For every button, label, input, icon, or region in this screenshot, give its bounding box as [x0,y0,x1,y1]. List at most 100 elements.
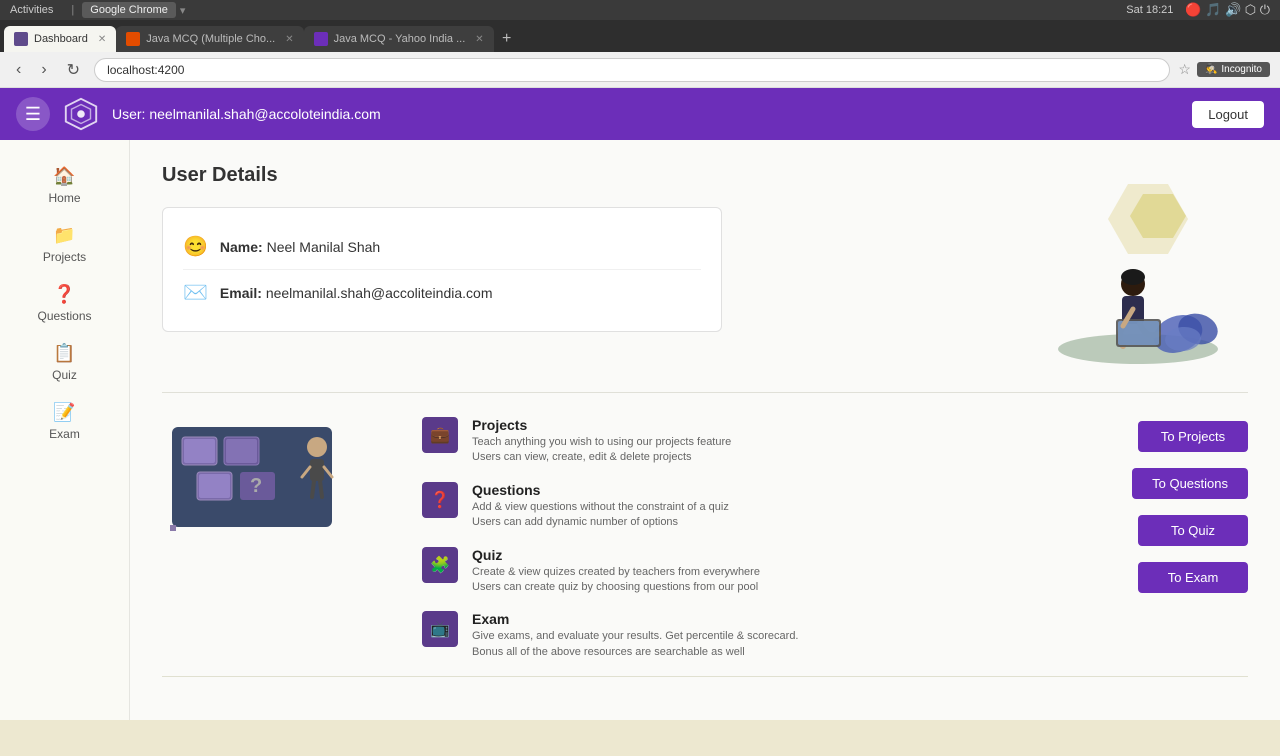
tab-close-java2[interactable]: ✕ [475,34,483,45]
questions-feature-title: Questions [472,482,729,498]
chrome-label: Google Chrome [82,2,176,18]
features-right: 💼 Projects Teach anything you wish to us… [422,417,1248,660]
sidebar-label-exam: Exam [49,427,80,441]
logout-button[interactable]: Logout [1192,101,1264,128]
bookmark-button[interactable]: ☆ [1178,61,1191,78]
questions-feature-icon: ❓ [422,482,458,518]
tab-favicon-dashboard [14,32,28,46]
projects-feature-desc2: Users can view, create, edit & delete pr… [472,450,731,465]
tab-dashboard[interactable]: Dashboard ✕ [4,26,116,52]
feature-actions: To Projects To Questions To Quiz To Exam [1132,417,1248,660]
tab-favicon-java1 [126,32,140,46]
logo-icon [62,95,100,133]
quiz-icon: 📋 [53,343,75,364]
projects-feature-title: Projects [472,417,731,433]
sidebar: 🏠 Home 📁 Projects ❓ Questions 📋 Quiz 📝 E… [0,140,130,720]
page-footer [0,720,1280,756]
sidebar-item-questions[interactable]: ❓ Questions [0,274,129,333]
tab-label-java1: Java MCQ (Multiple Cho... [146,33,275,45]
navbar-left: ☰ User: neelmanilal.shah@accoloteindia.c… [16,95,381,133]
exam-feature-desc1: Give exams, and evaluate your results. G… [472,629,799,644]
tab-close-dashboard[interactable]: ✕ [98,34,106,45]
navbar-user-label: User: neelmanilal.shah@accoloteindia.com [112,106,381,122]
sidebar-item-exam[interactable]: 📝 Exam [0,392,129,451]
feature-list: 💼 Projects Teach anything you wish to us… [422,417,1112,660]
features-section: ? [162,392,1248,677]
sidebar-item-projects[interactable]: 📁 Projects [0,215,129,274]
questions-feature-desc2: Users can add dynamic number of options [472,515,729,530]
board-svg: ? [162,417,362,557]
name-row: 😊 Name: Neel Manilal Shah [183,224,701,270]
quiz-feature-desc2: Users can create quiz by choosing questi… [472,580,760,595]
exam-icon: 📝 [53,402,75,423]
reload-button[interactable]: ↻ [61,58,86,82]
bottom-divider [162,676,1248,677]
feature-projects: 💼 Projects Teach anything you wish to us… [422,417,1112,466]
address-bar[interactable] [94,58,1170,82]
tab-label-java2: Java MCQ - Yahoo India ... [334,33,466,45]
email-label: Email: [220,285,262,301]
tab-favicon-java2 [314,32,328,46]
user-details-card: 😊 Name: Neel Manilal Shah ✉️ Email: neel… [162,207,722,332]
app-navbar: ☰ User: neelmanilal.shah@accoloteindia.c… [0,88,1280,140]
back-button[interactable]: ‹ [10,59,27,81]
name-label: Name: [220,239,263,255]
exam-feature-desc2: Bonus all of the above resources are sea… [472,645,799,660]
email-row: ✉️ Email: neelmanilal.shah@accoliteindia… [183,270,701,315]
name-value: Neel Manilal Shah [267,239,381,255]
forward-button[interactable]: › [35,59,52,81]
sidebar-item-quiz[interactable]: 📋 Quiz [0,333,129,392]
hamburger-button[interactable]: ☰ [16,97,50,131]
top-illustration [1028,164,1248,389]
incognito-label: Incognito [1221,64,1262,75]
person-icon: 😊 [183,234,208,259]
tab-close-java1[interactable]: ✕ [285,34,293,45]
features-layout: ? [162,417,1248,660]
questions-feature-text: Questions Add & view questions without t… [472,482,729,531]
sidebar-label-projects: Projects [43,250,86,264]
exam-feature-text: Exam Give exams, and evaluate your resul… [472,611,799,660]
to-projects-button[interactable]: To Projects [1138,421,1248,452]
browser-titlebar: Activities | Google Chrome ▾ Sat 18:21 🔴… [0,0,1280,20]
quiz-feature-icon: 🧩 [422,547,458,583]
sidebar-label-questions: Questions [37,309,91,323]
projects-feature-text: Projects Teach anything you wish to usin… [472,417,731,466]
tab-label-dashboard: Dashboard [34,33,88,45]
feature-quiz: 🧩 Quiz Create & view quizes created by t… [422,547,1112,596]
svg-text:?: ? [250,475,262,497]
browser-tabbar: Dashboard ✕ Java MCQ (Multiple Cho... ✕ … [0,20,1280,52]
projects-feature-desc1: Teach anything you wish to using our pro… [472,435,731,450]
quiz-feature-text: Quiz Create & view quizes created by tea… [472,547,760,596]
email-value: neelmanilal.shah@accoliteindia.com [266,285,493,301]
feature-exam: 📺 Exam Give exams, and evaluate your res… [422,611,1112,660]
content-relative: User Details 😊 Name: Neel Manilal Shah ✉… [162,164,1248,677]
projects-icon: 📁 [53,225,75,246]
content-area: User Details 😊 Name: Neel Manilal Shah ✉… [130,140,1280,720]
to-quiz-button[interactable]: To Quiz [1138,515,1248,546]
sidebar-label-home: Home [48,191,80,205]
home-icon: 🏠 [53,166,75,187]
datetime: Sat 18:21 [1126,4,1173,16]
board-illustration: ? [162,417,362,562]
projects-feature-icon: 💼 [422,417,458,453]
tab-java-mcq-2[interactable]: Java MCQ - Yahoo India ... ✕ [304,26,494,52]
to-questions-button[interactable]: To Questions [1132,468,1248,499]
main-layout: 🏠 Home 📁 Projects ❓ Questions 📋 Quiz 📝 E… [0,140,1280,720]
activities-label[interactable]: Activities [10,4,53,16]
questions-icon: ❓ [53,284,75,305]
tab-java-mcq-1[interactable]: Java MCQ (Multiple Cho... ✕ [116,26,303,52]
email-icon: ✉️ [183,280,208,305]
questions-feature-desc1: Add & view questions without the constra… [472,500,729,515]
feature-questions: ❓ Questions Add & view questions without… [422,482,1112,531]
new-tab-button[interactable]: + [494,26,520,52]
quiz-feature-title: Quiz [472,547,760,563]
sidebar-item-home[interactable]: 🏠 Home [0,156,129,215]
sidebar-label-quiz: Quiz [52,368,77,382]
app-container: ☰ User: neelmanilal.shah@accoloteindia.c… [0,88,1280,720]
quiz-feature-desc1: Create & view quizes created by teachers… [472,565,760,580]
browser-toolbar: ‹ › ↻ ☆ 🕵 Incognito [0,52,1280,88]
exam-feature-title: Exam [472,611,799,627]
exam-feature-icon: 📺 [422,611,458,647]
to-exam-button[interactable]: To Exam [1138,562,1248,593]
sitting-illustration [1028,164,1248,384]
